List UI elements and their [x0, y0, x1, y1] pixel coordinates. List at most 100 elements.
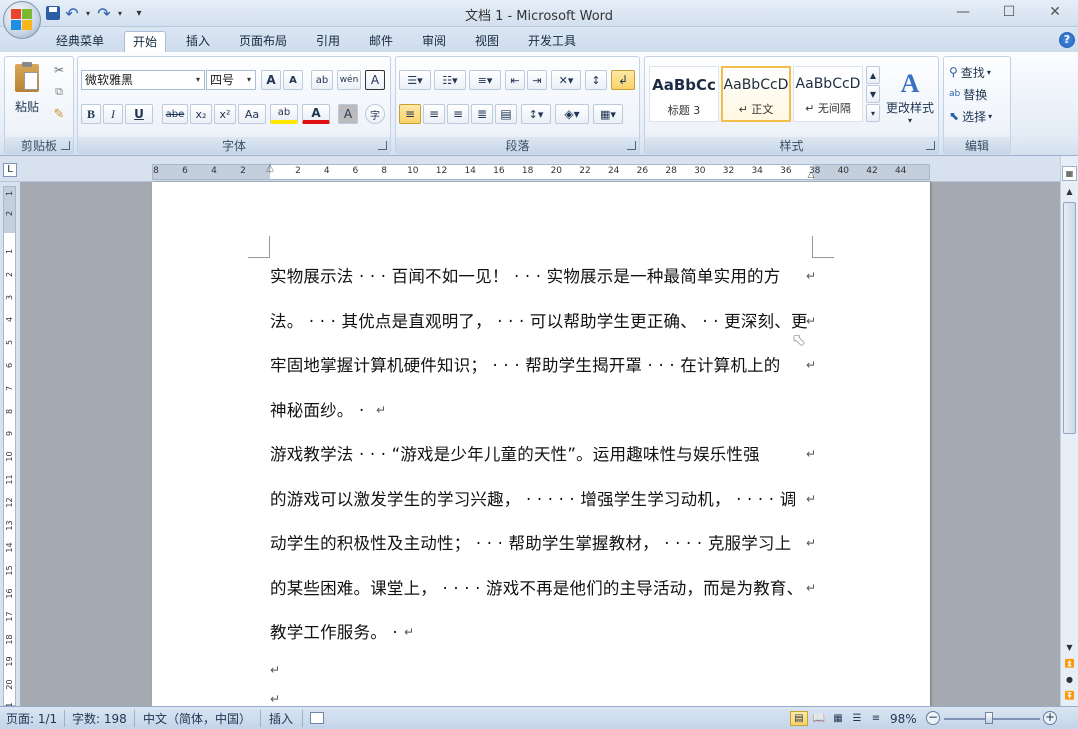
- select-button[interactable]: ⬉ 选择 ▾: [948, 106, 1008, 126]
- insert-mode[interactable]: 插入: [269, 711, 293, 727]
- zoom-slider-thumb[interactable]: [985, 712, 993, 724]
- char-border-button[interactable]: A: [365, 70, 385, 90]
- tab-mailings[interactable]: 邮件: [361, 31, 401, 52]
- grow-font-button[interactable]: A: [261, 70, 281, 90]
- numbering-icon[interactable]: ☷▾: [434, 70, 466, 90]
- zoom-in-icon[interactable]: +: [1043, 711, 1057, 725]
- font-name-combo[interactable]: 微软雅黑 ▾: [81, 70, 205, 90]
- paragraph-launcher-icon[interactable]: [627, 141, 636, 150]
- minimize-button[interactable]: —: [940, 0, 986, 24]
- document-line[interactable]: 神秘面纱。 ·: [270, 397, 364, 421]
- document-line[interactable]: 实物展示法 · · · 百闻不如一见！ · · · 实物展示是一种最简单实用的方: [270, 263, 780, 287]
- tab-classic-menu[interactable]: 经典菜单: [48, 31, 112, 52]
- align-center-icon[interactable]: ≡: [423, 104, 445, 124]
- bold-button[interactable]: B: [81, 104, 101, 124]
- undo-icon[interactable]: ↶: [64, 4, 80, 23]
- tab-selector[interactable]: L: [3, 163, 17, 177]
- clipboard-launcher-icon[interactable]: [61, 141, 70, 150]
- help-icon[interactable]: ?: [1059, 32, 1075, 48]
- document-line[interactable]: 的游戏可以激发学生的学习兴趣， · · · · · 增强学生学习动机， · · …: [270, 486, 796, 510]
- tab-home[interactable]: 开始: [124, 31, 167, 53]
- replace-button[interactable]: ab 替换: [948, 84, 1008, 104]
- word-count[interactable]: 字数: 198: [72, 711, 127, 727]
- font-color-button[interactable]: A: [302, 104, 330, 124]
- browse-object-icon[interactable]: ●: [1062, 672, 1077, 687]
- outline-icon[interactable]: ☰: [848, 711, 866, 727]
- document-line[interactable]: 的某些困难。课堂上， · · · · 游戏不再是他们的主导活动，而是为教育、: [270, 575, 803, 599]
- enclose-char-button[interactable]: 字: [365, 104, 385, 124]
- redo-icon[interactable]: ↷: [96, 4, 112, 23]
- shrink-font-button[interactable]: A: [283, 70, 303, 90]
- paste-button[interactable]: 粘贴: [8, 60, 46, 118]
- copy-icon[interactable]: ⧉: [49, 83, 69, 101]
- right-indent-marker-icon[interactable]: △: [806, 171, 816, 180]
- empty-paragraph-mark[interactable]: ↵: [270, 692, 280, 706]
- phonetic-guide-button[interactable]: wén: [337, 70, 361, 90]
- redo-dropdown-icon[interactable]: ▾: [116, 5, 124, 21]
- align-left-icon[interactable]: ≡: [399, 104, 421, 124]
- bullets-icon[interactable]: ☰▾: [399, 70, 431, 90]
- document-line[interactable]: 动学生的积极性及主动性； · · · 帮助学生掌握教材， · · · · 克服学…: [270, 530, 791, 554]
- sort-icon[interactable]: ↕: [585, 70, 607, 90]
- change-styles-button[interactable]: A 更改样式 ▾: [883, 61, 937, 133]
- macro-record-icon[interactable]: [310, 712, 324, 724]
- strikethrough-button[interactable]: abe: [162, 104, 188, 124]
- find-button[interactable]: ⚲ 查找 ▾: [948, 62, 1008, 82]
- styles-more-icon[interactable]: ▾: [866, 104, 880, 122]
- justify-icon[interactable]: ≣: [471, 104, 493, 124]
- language-indicator[interactable]: 中文（简体，中国）: [143, 711, 251, 727]
- page-count[interactable]: 页面: 1/1: [6, 711, 57, 727]
- empty-paragraph-mark[interactable]: ↵: [270, 663, 280, 677]
- document-line[interactable]: 游戏教学法 · · · “游戏是少年儿童的天性”。运用趣味性与娱乐性强: [270, 441, 760, 465]
- style-no-spacing[interactable]: AaBbCcD ↵ 无间隔: [793, 66, 863, 122]
- document-line[interactable]: 教学工作服务。 ·: [270, 619, 398, 643]
- char-shading-button[interactable]: A: [338, 104, 358, 124]
- scroll-up-icon[interactable]: ▲: [1062, 184, 1077, 199]
- tab-developer[interactable]: 开发工具: [520, 31, 584, 52]
- draft-icon[interactable]: ≡: [867, 711, 885, 727]
- previous-page-icon[interactable]: ⏫: [1062, 656, 1077, 671]
- vertical-ruler[interactable]: 21123456789101112131415161718192021: [3, 186, 16, 713]
- save-icon[interactable]: [46, 6, 60, 20]
- superscript-button[interactable]: x²: [214, 104, 236, 124]
- print-layout-icon[interactable]: ▤: [790, 711, 808, 726]
- subscript-button[interactable]: x₂: [190, 104, 212, 124]
- maximize-button[interactable]: ☐: [986, 0, 1032, 24]
- document-line[interactable]: 法。 · · · 其优点是直观明了， · · · 可以帮助学生更正确、 · · …: [270, 308, 808, 332]
- tab-page-layout[interactable]: 页面布局: [231, 31, 295, 52]
- web-layout-icon[interactable]: ▦: [829, 711, 847, 727]
- show-marks-icon[interactable]: ↲: [611, 70, 635, 90]
- scroll-thumb[interactable]: [1063, 202, 1076, 434]
- zoom-out-icon[interactable]: −: [926, 711, 940, 725]
- office-button[interactable]: [3, 1, 41, 39]
- increase-indent-icon[interactable]: ⇥: [527, 70, 547, 90]
- document-line[interactable]: 牢固地掌握计算机硬件知识； · · · 帮助学生揭开罩 · · · 在计算机上的: [270, 352, 780, 376]
- italic-button[interactable]: I: [103, 104, 123, 124]
- view-ruler-icon[interactable]: ▦: [1062, 166, 1077, 181]
- align-right-icon[interactable]: ≡: [447, 104, 469, 124]
- style-heading3[interactable]: AaBbCc 标题 3: [649, 66, 719, 122]
- distributed-icon[interactable]: ▤: [495, 104, 517, 124]
- line-spacing-icon[interactable]: ↕▾: [521, 104, 551, 124]
- clear-format-button[interactable]: ab: [311, 70, 333, 90]
- tab-references[interactable]: 引用: [308, 31, 348, 52]
- tab-review[interactable]: 审阅: [414, 31, 454, 52]
- indent-marker-icon[interactable]: ⏃: [265, 165, 275, 179]
- highlight-button[interactable]: ab: [270, 104, 298, 124]
- shading-icon[interactable]: ◈▾: [555, 104, 589, 124]
- zoom-level[interactable]: 98%: [890, 711, 917, 727]
- font-size-combo[interactable]: 四号 ▾: [206, 70, 256, 90]
- borders-icon[interactable]: ▦▾: [593, 104, 623, 124]
- tab-insert[interactable]: 插入: [178, 31, 218, 52]
- styles-launcher-icon[interactable]: [926, 141, 935, 150]
- horizontal-ruler[interactable]: 8 6 4 2 2 4 6 8 10 12 14 16 18 20 22 24 26 28 30 32 34 36 38 40…: [152, 164, 930, 180]
- tab-view[interactable]: 视图: [467, 31, 507, 52]
- vertical-scrollbar[interactable]: ▦ ▲ ▼ ⏫ ● ⏬: [1060, 156, 1078, 706]
- close-button[interactable]: ✕: [1032, 0, 1078, 24]
- scroll-down-icon[interactable]: ▼: [1062, 640, 1077, 655]
- cut-icon[interactable]: ✂: [49, 61, 69, 79]
- decrease-indent-icon[interactable]: ⇤: [505, 70, 525, 90]
- undo-dropdown-icon[interactable]: ▾: [84, 5, 92, 21]
- styles-scroll-up-icon[interactable]: ▲: [866, 66, 880, 84]
- underline-button[interactable]: U: [125, 104, 153, 124]
